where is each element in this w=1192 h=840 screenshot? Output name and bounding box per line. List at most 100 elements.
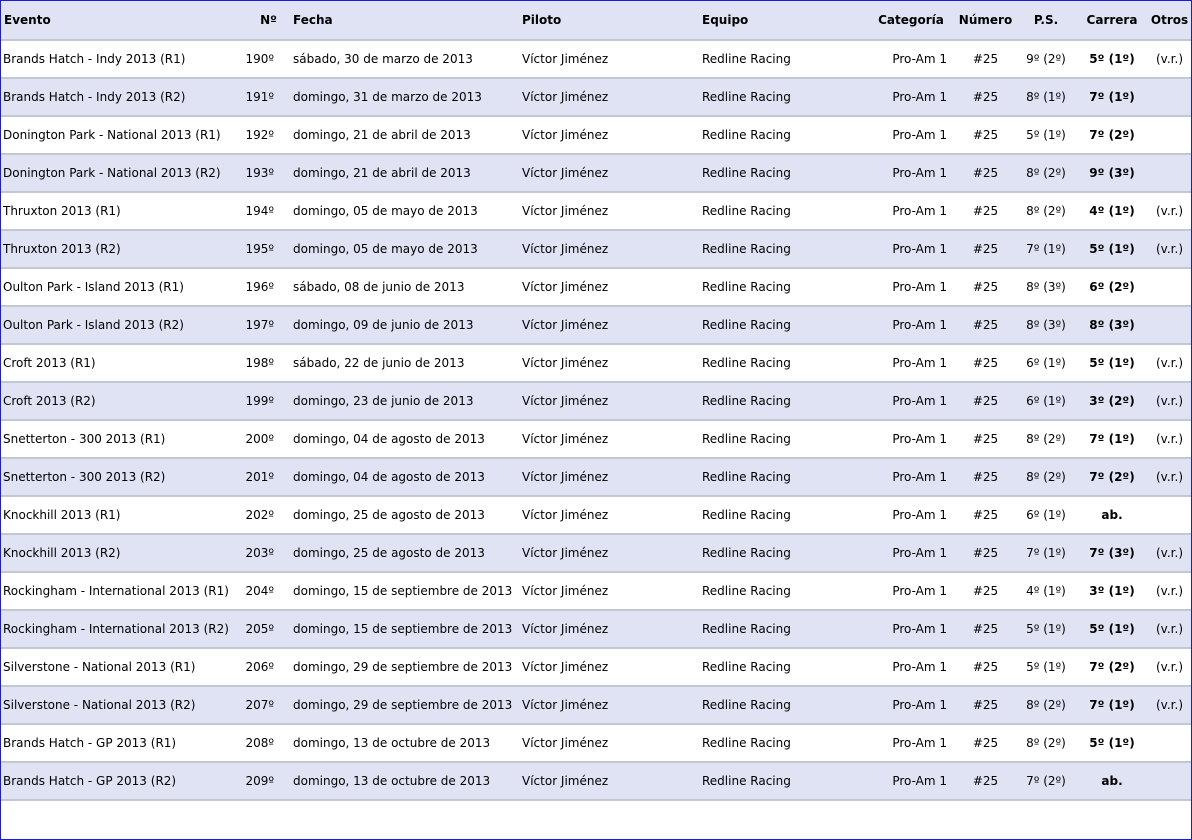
cell-evento: Brands Hatch - GP 2013 (R1): [1, 724, 233, 763]
cell-fecha: domingo, 29 de septiembre de 2013: [288, 648, 513, 687]
cell-numero-orden: 197º: [233, 306, 288, 345]
table-row: Thruxton 2013 (R2) 195º domingo, 05 de may…: [1, 230, 1191, 269]
table-row: Silverstone - National 2013 (R2) 207º domi…: [1, 686, 1191, 725]
cell-fecha: domingo, 25 de agosto de 2013: [288, 496, 513, 535]
table-row: Croft 2013 (R1) 198º sábado, 22 de junio d…: [1, 344, 1191, 383]
cell-carrera: 5º (1º): [1076, 724, 1148, 763]
cell-numero: #25: [955, 648, 1016, 687]
cell-evento: Oulton Park - Island 2013 (R2): [1, 306, 233, 345]
cell-categoria: Pro-Am 1: [857, 420, 955, 459]
table-row: Oulton Park - Island 2013 (R2) 197º doming…: [1, 306, 1191, 345]
cell-otros: [1148, 116, 1191, 155]
cell-numero: #25: [955, 154, 1016, 193]
cell-fecha: domingo, 15 de septiembre de 2013: [288, 572, 513, 611]
cell-categoria: Pro-Am 1: [857, 192, 955, 231]
cell-fecha: domingo, 05 de mayo de 2013: [288, 230, 513, 269]
cell-evento: Oulton Park - Island 2013 (R1): [1, 268, 233, 307]
cell-ps: 8º (2º): [1016, 686, 1076, 725]
cell-ps: 8º (2º): [1016, 458, 1076, 497]
cell-equipo: Redline Racing: [693, 306, 857, 345]
cell-numero-orden: 205º: [233, 610, 288, 649]
cell-fecha: domingo, 21 de abril de 2013: [288, 154, 513, 193]
cell-ps: 8º (3º): [1016, 306, 1076, 345]
table-row: Donington Park - National 2013 (R1) 192º d…: [1, 116, 1191, 155]
cell-evento: Donington Park - National 2013 (R1): [1, 116, 233, 155]
cell-evento: Silverstone - National 2013 (R2): [1, 686, 233, 725]
results-table: Evento Nº Fecha Piloto Equipo Categoría …: [1, 1, 1191, 801]
cell-numero-orden: 207º: [233, 686, 288, 725]
cell-carrera: 3º (2º): [1076, 382, 1148, 421]
cell-equipo: Redline Racing: [693, 78, 857, 117]
cell-categoria: Pro-Am 1: [857, 458, 955, 497]
cell-piloto: Víctor Jiménez: [513, 382, 693, 421]
cell-categoria: Pro-Am 1: [857, 78, 955, 117]
cell-evento: Brands Hatch - Indy 2013 (R2): [1, 78, 233, 117]
cell-fecha: sábado, 08 de junio de 2013: [288, 268, 513, 307]
cell-piloto: Víctor Jiménez: [513, 686, 693, 725]
cell-numero: #25: [955, 724, 1016, 763]
cell-equipo: Redline Racing: [693, 230, 857, 269]
cell-piloto: Víctor Jiménez: [513, 724, 693, 763]
cell-ps: 8º (1º): [1016, 78, 1076, 117]
cell-ps: 5º (1º): [1016, 648, 1076, 687]
cell-evento: Donington Park - National 2013 (R2): [1, 154, 233, 193]
cell-piloto: Víctor Jiménez: [513, 762, 693, 801]
table-row: Snetterton - 300 2013 (R2) 201º domingo, 0…: [1, 458, 1191, 497]
results-frame: Evento Nº Fecha Piloto Equipo Categoría …: [0, 0, 1192, 840]
cell-piloto: Víctor Jiménez: [513, 306, 693, 345]
cell-numero-orden: 194º: [233, 192, 288, 231]
cell-fecha: domingo, 13 de octubre de 2013: [288, 762, 513, 801]
cell-categoria: Pro-Am 1: [857, 382, 955, 421]
cell-numero: #25: [955, 344, 1016, 383]
cell-piloto: Víctor Jiménez: [513, 154, 693, 193]
cell-carrera: 5º (1º): [1076, 40, 1148, 79]
cell-numero: #25: [955, 420, 1016, 459]
cell-numero-orden: 195º: [233, 230, 288, 269]
cell-categoria: Pro-Am 1: [857, 306, 955, 345]
cell-carrera: 8º (3º): [1076, 306, 1148, 345]
cell-categoria: Pro-Am 1: [857, 762, 955, 801]
cell-numero-orden: 204º: [233, 572, 288, 611]
cell-fecha: domingo, 31 de marzo de 2013: [288, 78, 513, 117]
cell-carrera: 7º (1º): [1076, 420, 1148, 459]
cell-numero-orden: 200º: [233, 420, 288, 459]
cell-equipo: Redline Racing: [693, 382, 857, 421]
table-row: Brands Hatch - Indy 2013 (R1) 190º sábado,…: [1, 40, 1191, 79]
header-otros: Otros: [1148, 1, 1191, 41]
cell-numero-orden: 201º: [233, 458, 288, 497]
cell-evento: Knockhill 2013 (R2): [1, 534, 233, 573]
cell-carrera: 9º (3º): [1076, 154, 1148, 193]
cell-numero: #25: [955, 496, 1016, 535]
cell-numero-orden: 198º: [233, 344, 288, 383]
header-equipo: Equipo: [693, 1, 857, 41]
cell-fecha: sábado, 22 de junio de 2013: [288, 344, 513, 383]
cell-fecha: domingo, 04 de agosto de 2013: [288, 458, 513, 497]
cell-piloto: Víctor Jiménez: [513, 420, 693, 459]
cell-equipo: Redline Racing: [693, 496, 857, 535]
cell-otros: [1148, 306, 1191, 345]
cell-categoria: Pro-Am 1: [857, 268, 955, 307]
header-piloto: Piloto: [513, 1, 693, 41]
cell-otros: [1148, 496, 1191, 535]
cell-otros: (v.r.): [1148, 610, 1191, 649]
cell-ps: 8º (2º): [1016, 420, 1076, 459]
cell-carrera: 4º (1º): [1076, 192, 1148, 231]
header-fecha: Fecha: [288, 1, 513, 41]
cell-piloto: Víctor Jiménez: [513, 610, 693, 649]
cell-numero: #25: [955, 230, 1016, 269]
table-row: Thruxton 2013 (R1) 194º domingo, 05 de may…: [1, 192, 1191, 231]
cell-fecha: domingo, 09 de junio de 2013: [288, 306, 513, 345]
cell-equipo: Redline Racing: [693, 420, 857, 459]
cell-otros: (v.r.): [1148, 572, 1191, 611]
cell-categoria: Pro-Am 1: [857, 230, 955, 269]
cell-piloto: Víctor Jiménez: [513, 192, 693, 231]
header-ps: P.S.: [1016, 1, 1076, 41]
cell-ps: 8º (2º): [1016, 724, 1076, 763]
cell-evento: Knockhill 2013 (R1): [1, 496, 233, 535]
cell-ps: 4º (1º): [1016, 572, 1076, 611]
cell-equipo: Redline Racing: [693, 192, 857, 231]
cell-carrera: 5º (1º): [1076, 610, 1148, 649]
table-row: Brands Hatch - GP 2013 (R1) 208º domingo, …: [1, 724, 1191, 763]
cell-equipo: Redline Racing: [693, 344, 857, 383]
cell-fecha: domingo, 29 de septiembre de 2013: [288, 686, 513, 725]
